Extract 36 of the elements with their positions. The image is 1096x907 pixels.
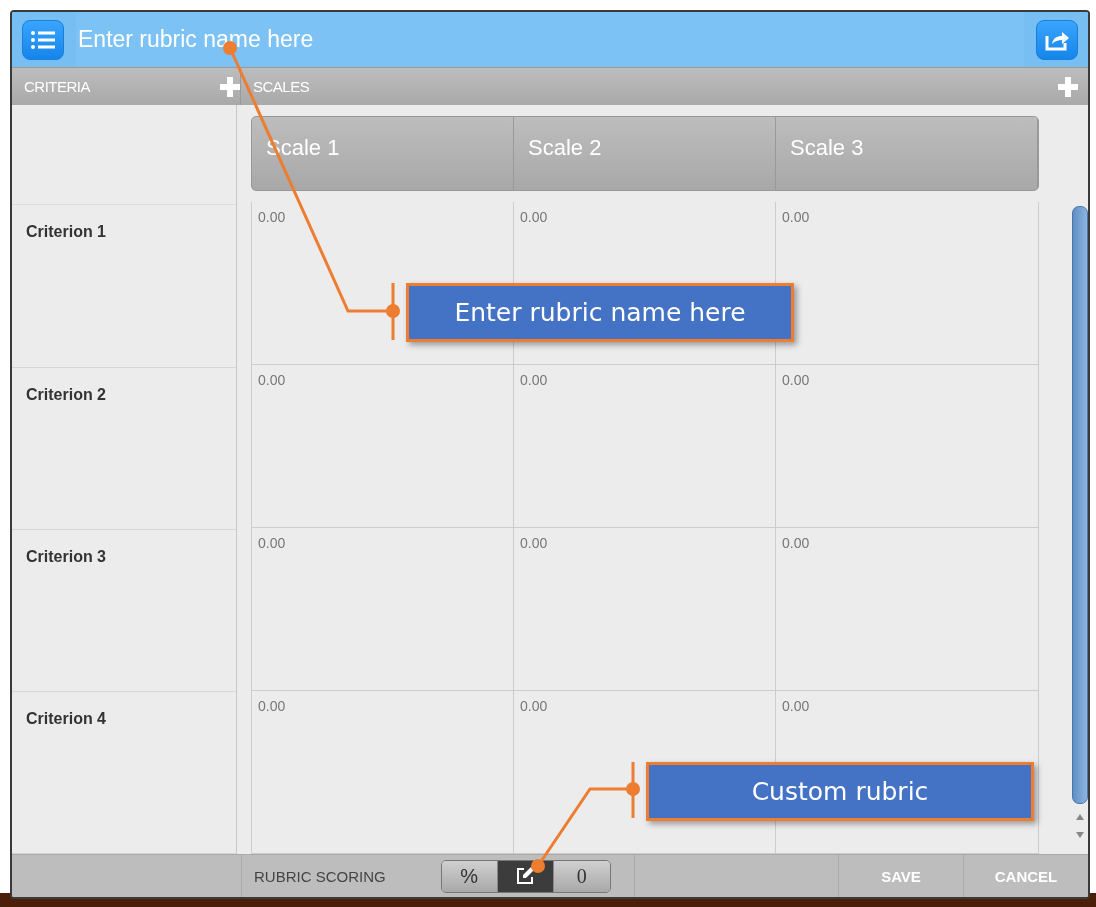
criterion-name: Criterion 3 xyxy=(26,547,106,565)
score-value: 0.00 xyxy=(520,698,548,714)
scoring-option[interactable]: % xyxy=(441,860,498,892)
score-value: 0.00 xyxy=(258,209,286,225)
callout-label: Enter rubric name here xyxy=(406,283,794,342)
rubric-scoring-label: RUBRIC SCORING xyxy=(254,867,386,885)
score-value: 0.00 xyxy=(782,372,810,388)
export-button[interactable] xyxy=(1036,19,1078,60)
score-value: 0.00 xyxy=(782,535,810,551)
plus-icon xyxy=(1058,76,1078,97)
score-value: 0.00 xyxy=(520,209,548,225)
score-value: 0.00 xyxy=(782,209,810,225)
scoring-option[interactable]: 0 xyxy=(553,860,610,892)
scale-header[interactable]: Scale 3 xyxy=(776,117,1038,190)
score-value: 0.00 xyxy=(782,698,810,714)
add-scale-button[interactable] xyxy=(1058,76,1078,97)
score-value: 0.00 xyxy=(520,372,548,388)
footer-button[interactable]: CANCEL xyxy=(963,855,1088,897)
scroll-down-icon[interactable] xyxy=(1075,830,1085,840)
menu-button[interactable] xyxy=(22,19,64,60)
list-icon xyxy=(30,28,56,51)
scroll-up-icon[interactable] xyxy=(1075,812,1085,822)
plus-icon xyxy=(220,76,240,97)
score-value: 0.00 xyxy=(258,372,286,388)
scale-header[interactable]: Scale 2 xyxy=(514,117,776,190)
criterion-name: Criterion 2 xyxy=(26,385,106,403)
scales-label: SCALES xyxy=(253,78,310,95)
score-value: 0.00 xyxy=(258,535,286,551)
score-value: 0.00 xyxy=(520,535,548,551)
criterion-name: Criterion 1 xyxy=(26,223,106,241)
edit-icon xyxy=(515,866,536,886)
criterion-name: Criterion 4 xyxy=(26,709,106,727)
criteria-label: CRITERIA xyxy=(24,78,90,95)
score-value: 0.00 xyxy=(258,698,286,714)
callout-label: Custom rubric xyxy=(646,762,1034,821)
add-criterion-button[interactable] xyxy=(220,76,240,97)
